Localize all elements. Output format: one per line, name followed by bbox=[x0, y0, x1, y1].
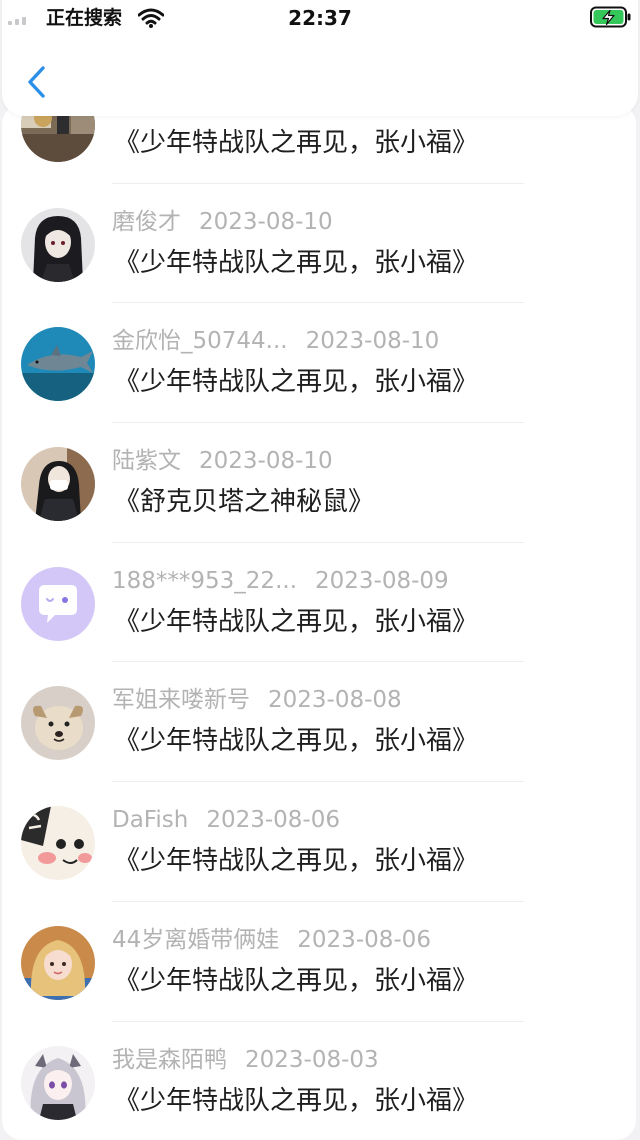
status-time: 22:37 bbox=[288, 6, 352, 30]
comment-item[interactable]: 陆紫文 2023-08-10 《舒克贝塔之神秘鼠》 bbox=[2, 423, 636, 543]
username[interactable]: DaFish bbox=[112, 807, 188, 833]
comment-date: 2023-08-10 bbox=[199, 208, 333, 235]
comment-title[interactable]: 《少年特战队之再见，张小福》 bbox=[114, 843, 478, 879]
comment-title[interactable]: 《少年特战队之再见，张小福》 bbox=[114, 245, 478, 281]
comment-title[interactable]: 《少年特战队之再见，张小福》 bbox=[114, 723, 478, 759]
comment-item[interactable]: DaFish 2023-08-06 《少年特战队之再见，张小福》 bbox=[2, 782, 636, 902]
comment-date: 2023-08-06 bbox=[206, 807, 340, 834]
comment-date: 2023-08-10 bbox=[305, 328, 440, 355]
comment-list: 《少年特战队之再见，张小福》 磨俊才 2023-08-10 《少年特战队之再见，… bbox=[2, 104, 636, 1140]
comment-meta: 陆紫文 2023-08-10 bbox=[112, 445, 333, 477]
username[interactable]: 陆紫文 bbox=[112, 448, 181, 474]
comment-meta: 188***953_22... 2023-08-09 bbox=[112, 565, 449, 597]
shark-underwater-avatar[interactable] bbox=[21, 327, 95, 402]
blonde-girl-avatar[interactable] bbox=[21, 925, 95, 1000]
comment-meta: 我是森陌鸭 2023-08-03 bbox=[112, 1044, 379, 1076]
username[interactable]: 金欣怡_50744... bbox=[112, 328, 288, 354]
comment-meta: 军姐来喽新号 2023-08-08 bbox=[112, 684, 402, 716]
comment-item[interactable]: 188***953_22... 2023-08-09 《少年特战队之再见，张小福》 bbox=[2, 543, 636, 663]
comment-date: 2023-08-09 bbox=[315, 567, 449, 594]
username[interactable]: 188***953_22... bbox=[112, 568, 297, 594]
comment-meta: 磨俊才 2023-08-10 bbox=[112, 206, 333, 238]
masked-person-avatar[interactable] bbox=[21, 447, 95, 522]
comment-item[interactable]: 军姐来喽新号 2023-08-08 《少年特战队之再见，张小福》 bbox=[2, 662, 636, 783]
comment-title[interactable]: 《少年特战队之再见，张小福》 bbox=[114, 604, 478, 640]
status-bar: 正在搜索 22:37 bbox=[0, 0, 640, 36]
comment-item[interactable]: 磨俊才 2023-08-10 《少年特战队之再见，张小福》 bbox=[2, 184, 636, 304]
comment-date: 2023-08-03 bbox=[245, 1046, 379, 1073]
comment-title[interactable]: 《舒克贝塔之神秘鼠》 bbox=[114, 484, 374, 520]
username[interactable]: 我是森陌鸭 bbox=[112, 1047, 227, 1073]
username[interactable]: 军姐来喽新号 bbox=[112, 687, 250, 713]
comment-date: 2023-08-08 bbox=[268, 687, 402, 714]
anime-girl-dark-hair-avatar[interactable] bbox=[21, 207, 95, 282]
default-chat-bubble-avatar[interactable] bbox=[21, 566, 95, 641]
comment-date: 2023-08-06 bbox=[297, 926, 431, 953]
comment-item[interactable]: 我是森陌鸭 2023-08-03 《少年特战队之再见，张小福》 bbox=[2, 1022, 636, 1140]
comment-meta: DaFish 2023-08-06 bbox=[112, 804, 340, 836]
comment-title[interactable]: 《少年特战队之再见，张小福》 bbox=[114, 125, 478, 161]
username[interactable]: 磨俊才 bbox=[112, 209, 181, 235]
back-button[interactable] bbox=[18, 60, 58, 104]
anime-silver-hair-avatar[interactable] bbox=[21, 1045, 95, 1120]
comment-item[interactable]: 44岁离婚带俩娃 2023-08-06 《少年特战队之再见，张小福》 bbox=[2, 902, 636, 1022]
chevron-left-icon bbox=[28, 66, 45, 98]
dog-avatar[interactable] bbox=[21, 686, 95, 761]
comment-meta: 44岁离婚带俩娃 2023-08-06 bbox=[112, 924, 431, 956]
comment-title[interactable]: 《少年特战队之再见，张小福》 bbox=[114, 1083, 478, 1119]
cartoon-face-avatar[interactable] bbox=[21, 806, 95, 881]
username[interactable]: 44岁离婚带俩娃 bbox=[112, 927, 279, 953]
battery-charging-icon bbox=[590, 6, 631, 28]
screen: 正在搜索 22:37 《少年特战队之再见，张小福》 磨俊才 2023-08-10… bbox=[0, 0, 640, 1140]
comment-item[interactable]: 金欣怡_50744... 2023-08-10 《少年特战队之再见，张小福》 bbox=[2, 303, 636, 424]
comment-title[interactable]: 《少年特战队之再见，张小福》 bbox=[114, 963, 478, 999]
comment-list-card: 《少年特战队之再见，张小福》 磨俊才 2023-08-10 《少年特战队之再见，… bbox=[2, 104, 636, 1140]
comment-date: 2023-08-10 bbox=[199, 448, 333, 475]
comment-meta: 金欣怡_50744... 2023-08-10 bbox=[112, 325, 439, 357]
comment-title[interactable]: 《少年特战队之再见，张小福》 bbox=[114, 364, 478, 400]
